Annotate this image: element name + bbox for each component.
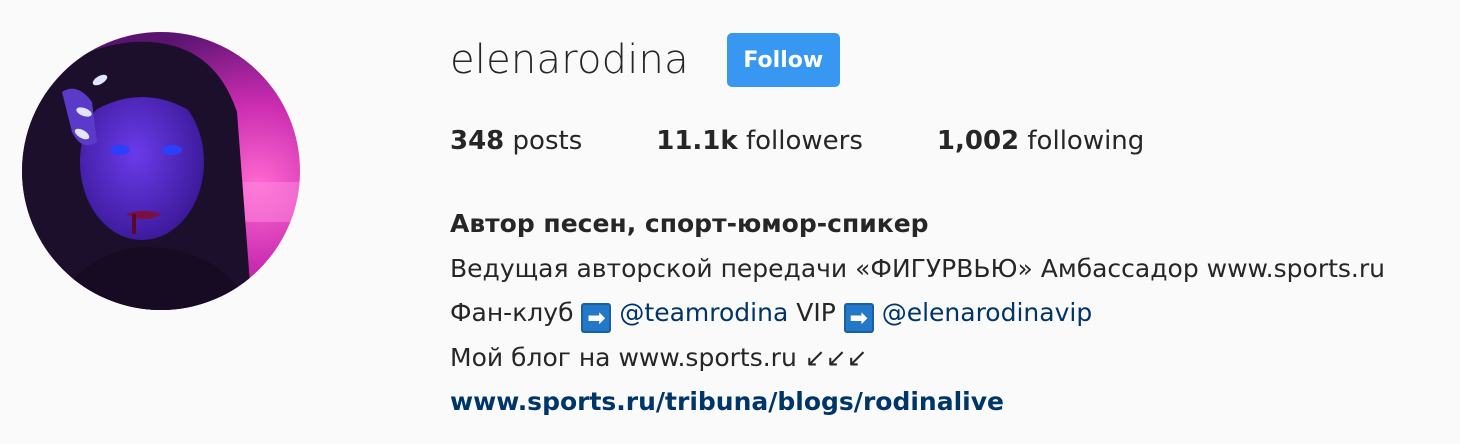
posts-stat: 348 posts (450, 126, 582, 156)
follow-button[interactable]: Follow (726, 33, 840, 87)
mention-teamrodina[interactable]: @teamrodina (619, 298, 788, 327)
bio-line: Ведущая авторской передачи «ФИГУРВЬЮ» Ам… (450, 253, 1385, 283)
username-row: elenarodina Follow (450, 33, 840, 87)
avatar-image (22, 32, 300, 310)
arrow-right-icon: ➡ (843, 303, 874, 333)
profile-avatar[interactable] (22, 32, 300, 310)
bio-website-link[interactable]: www.sports.ru/tribuna/blogs/rodinalive (450, 387, 1004, 416)
bio-blog-line: Мой блог на www.sports.ru ↙↙↙ (450, 342, 868, 372)
username: elenarodina (450, 37, 689, 83)
followers-label: followers (745, 126, 863, 156)
following-count: 1,002 (936, 126, 1020, 156)
posts-count: 348 (450, 126, 505, 156)
vip-label: VIP (796, 298, 836, 327)
followers-stat[interactable]: 11.1k followers (656, 126, 863, 156)
profile-stats: 348 posts 11.1k followers 1,002 followin… (450, 126, 1218, 156)
mention-elenarodinavip[interactable]: @elenarodinavip (882, 298, 1093, 327)
posts-label: posts (512, 126, 583, 156)
profile-bio: Автор песен, спорт-юмор-спикер Ведущая а… (450, 202, 1385, 425)
following-stat[interactable]: 1,002 following (937, 126, 1144, 156)
bio-title: Автор песен, спорт-юмор-спикер (450, 209, 929, 238)
followers-count: 11.1k (656, 126, 738, 156)
arrow-right-icon: ➡ (581, 303, 612, 333)
fanclub-label: Фан-клуб (450, 298, 574, 327)
following-label: following (1027, 126, 1145, 156)
bio-fanclub-line: Фан-клуб ➡ @teamrodina VIP ➡ @elenarodin… (450, 291, 1385, 336)
